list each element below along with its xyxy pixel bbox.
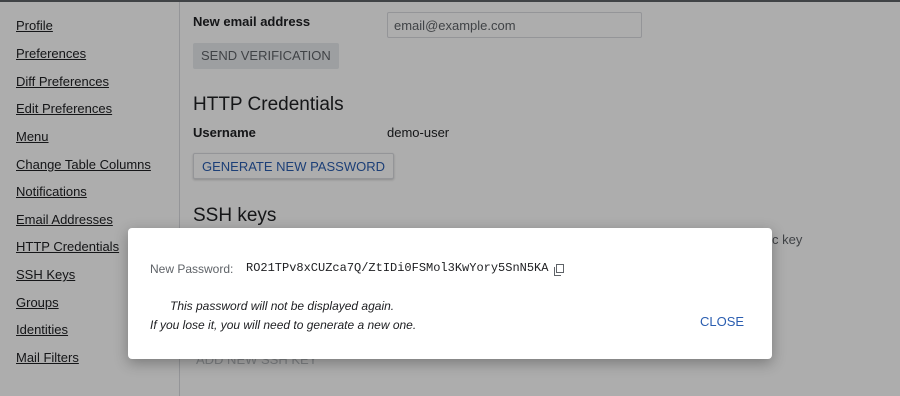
warning-line-1: This password will not be displayed agai… [170,299,395,313]
copy-icon[interactable] [553,263,565,276]
password-label: New Password: [150,262,234,276]
password-value: RO21TPv8xCUZca7Q/ZtIDi0FSMol3KwYory5SnN5… [246,261,549,275]
warning-line-2: If you lose it, you will need to generat… [150,318,417,332]
new-password-dialog: New Password: RO21TPv8xCUZca7Q/ZtIDi0FSM… [128,228,772,359]
close-button[interactable]: CLOSE [694,310,750,333]
